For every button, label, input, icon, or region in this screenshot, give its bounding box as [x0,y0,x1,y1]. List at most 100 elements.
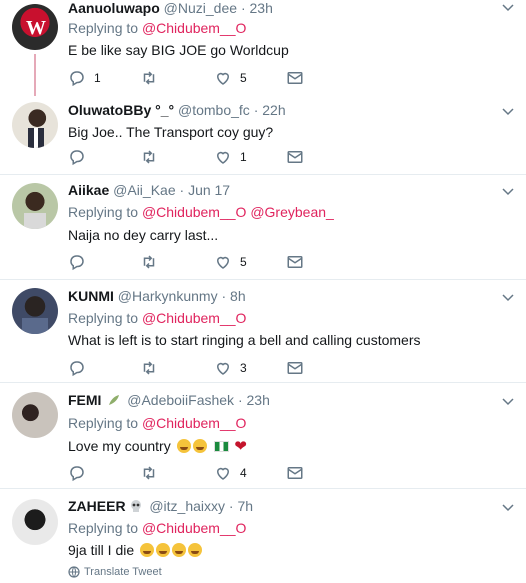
display-name[interactable]: Aiikae [68,182,109,198]
avatar-figure-icon [24,213,46,229]
mention-link[interactable]: @Chidubem__O [142,310,247,326]
translate-label: Translate Tweet [84,566,162,578]
dm-button[interactable] [286,252,304,272]
tweet-4[interactable]: KUNMI @Harkynkunmy · 8h Replying to @Chi… [0,280,526,383]
retweet-icon [143,150,155,164]
replying-to: Replying to @Chidubem__O [68,310,246,326]
reply-count: 1 [94,71,101,85]
like-count: 5 [240,71,247,85]
replying-label: Replying to [68,310,139,326]
mention-link[interactable]: @Chidubem__O [142,204,247,220]
tweet-text: Naija no dey carry last... [68,227,219,243]
retweet-icon [143,71,155,85]
like-count: 5 [240,255,247,269]
reply-icon [70,466,84,482]
reply-button[interactable] [68,358,86,378]
chevron-down-icon[interactable] [502,106,514,118]
dm-button[interactable] [286,147,304,167]
tweet-1[interactable]: W Aanuoluwapo @Nuzi_dee · 23h Replying t… [0,0,526,96]
user-handle[interactable]: @Harkynkunmy [118,288,218,304]
heart-icon [216,151,230,164]
dm-button[interactable] [286,358,304,378]
user-handle[interactable]: @itz_haixxy [149,498,225,514]
laughing-emoji-icon [188,543,203,557]
retweet-button[interactable] [140,463,158,483]
chevron-down-icon[interactable] [502,502,514,514]
like-count: 3 [240,361,247,375]
retweet-button[interactable] [140,358,158,378]
tweet-5[interactable]: FEMI @AdeboiiFashek · 23h Replying to @C… [0,383,526,489]
timestamp[interactable]: 8h [230,288,246,304]
tweet-actions: 4 [68,463,328,483]
thread-line [34,54,36,96]
chevron-down-icon[interactable] [502,396,514,408]
heart-icon [216,467,230,480]
replying-label: Replying to [68,20,139,36]
envelope-icon [287,151,303,163]
tweet-header: KUNMI @Harkynkunmy · 8h [68,288,246,304]
avatar[interactable] [12,102,58,148]
mention-link[interactable]: @Chidubem__O [142,415,247,431]
display-name[interactable]: ZAHEER [68,498,126,514]
retweet-icon [143,255,155,269]
display-name[interactable]: KUNMI [68,288,114,304]
reply-button[interactable]: 1 [68,68,101,88]
tweet-text: What is left is to start ringing a bell … [68,332,421,348]
retweet-button[interactable] [140,68,158,88]
replying-to: Replying to @Chidubem__O @Greybean_ [68,204,334,220]
timestamp[interactable]: Jun 17 [188,182,230,198]
reply-icon [70,361,84,377]
like-button[interactable]: 3 [214,358,247,378]
red-heart-emoji-icon: ❤ [234,438,247,455]
heart-icon [216,72,230,85]
timestamp[interactable]: 7h [237,498,253,514]
mention-link[interactable]: @Chidubem__O [142,20,247,36]
display-name[interactable]: Aanuoluwapo [68,0,160,16]
user-handle[interactable]: @tombo_fc [178,102,250,118]
like-button[interactable]: 5 [214,252,247,272]
like-button[interactable]: 4 [214,463,247,483]
timestamp[interactable]: 22h [262,102,285,118]
like-button[interactable]: 1 [214,147,247,167]
avatar[interactable] [12,499,58,545]
reply-button[interactable] [68,463,86,483]
translate-tweet-link[interactable]: Translate Tweet [68,566,162,578]
tweet-3[interactable]: Aiikae @Aii_Kae · Jun 17 Replying to @Ch… [0,175,526,280]
tweet-2[interactable]: OluwatoBBy °_° @tombo_fc · 22h Big Joe..… [0,96,526,175]
timestamp[interactable]: 23h [250,0,273,16]
user-handle[interactable]: @AdeboiiFashek [127,392,234,408]
display-name[interactable]: OluwatoBBy °_° [68,102,174,118]
mention-link[interactable]: @Greybean_ [250,204,333,220]
like-count: 4 [240,466,247,480]
retweet-button[interactable] [140,252,158,272]
dm-button[interactable] [286,463,304,483]
chevron-down-icon[interactable] [502,292,514,304]
replying-label: Replying to [68,204,139,220]
like-count: 1 [240,150,247,164]
laughing-emoji-icon [156,543,171,557]
leaf-emoji-icon [109,395,120,405]
user-handle[interactable]: @Aii_Kae [113,182,175,198]
laughing-emoji-icon [172,543,187,557]
reply-button[interactable] [68,147,86,167]
mention-link[interactable]: @Chidubem__O [142,520,247,536]
retweet-button[interactable] [140,147,158,167]
dm-button[interactable] [286,68,304,88]
avatar[interactable] [12,392,58,438]
chevron-down-icon[interactable] [502,2,514,14]
like-button[interactable]: 5 [214,68,247,88]
reply-button[interactable] [68,252,86,272]
avatar[interactable]: W [12,4,58,50]
skull-emoji-icon [131,500,142,512]
retweet-icon [143,361,155,375]
avatar[interactable] [12,183,58,229]
timestamp[interactable]: 23h [247,392,270,408]
laughing-emoji-icon [192,439,207,453]
separator-dot: · [179,182,185,198]
envelope-icon [287,256,303,268]
display-name[interactable]: FEMI [68,392,101,408]
chevron-down-icon[interactable] [502,186,514,198]
avatar[interactable] [12,288,58,334]
user-handle[interactable]: @Nuzi_dee [164,0,237,16]
tweet-text: Big Joe.. The Transport coy guy? [68,124,274,140]
